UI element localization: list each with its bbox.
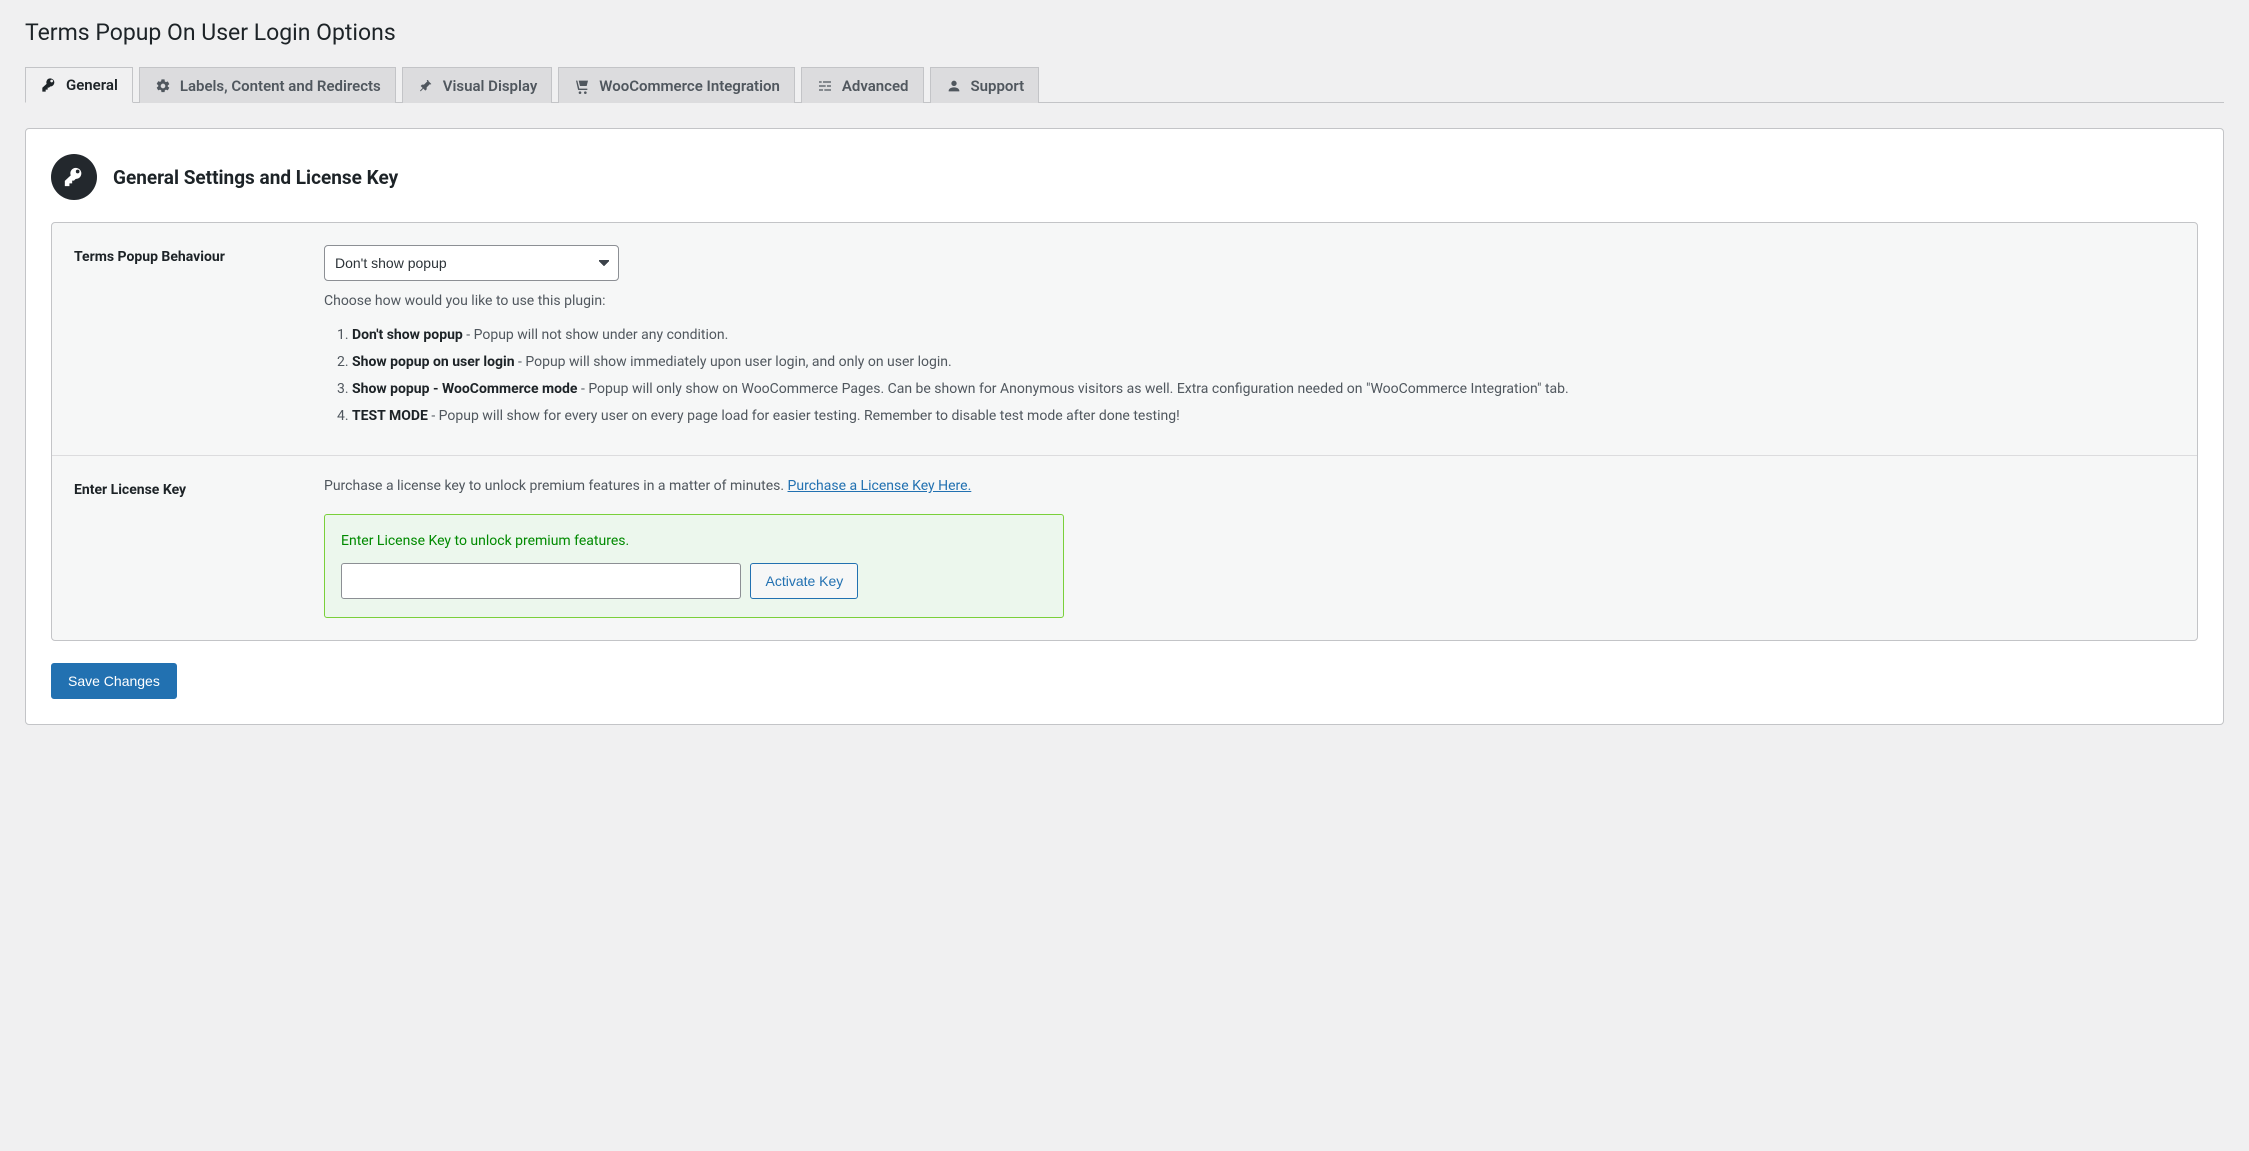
license-box: Enter License Key to unlock premium feat… [324,514,1064,618]
tab-label: Advanced [842,77,909,95]
pin-icon [417,77,435,95]
key-icon [51,154,97,200]
person-icon [945,77,963,95]
tab-label: Support [971,77,1025,95]
tab-woocommerce-integration[interactable]: WooCommerce Integration [558,67,795,103]
tab-label: General [66,76,118,94]
list-item: Show popup on user login - Popup will sh… [352,352,2175,373]
license-label: Enter License Key [74,478,324,618]
cart-icon [573,77,591,95]
behaviour-label: Terms Popup Behaviour [74,245,324,433]
behaviour-option-list: Don't show popup - Popup will not show u… [352,325,2175,427]
section-title: General Settings and License Key [113,166,398,189]
tab-advanced[interactable]: Advanced [801,67,924,103]
list-item: Show popup - WooCommerce mode - Popup wi… [352,379,2175,400]
sliders-icon [816,77,834,95]
row-enter-license-key: Enter License Key Purchase a license key… [52,456,2197,640]
tab-general[interactable]: General [25,67,133,103]
gear-icon [154,77,172,95]
behaviour-help: Choose how would you like to use this pl… [324,293,2175,309]
tab-navigation: General Labels, Content and Redirects Vi… [25,66,2224,103]
list-item: Don't show popup - Popup will not show u… [352,325,2175,346]
purchase-license-link[interactable]: Purchase a License Key Here. [788,478,972,494]
page-title: Terms Popup On User Login Options [25,10,2224,66]
tab-label: WooCommerce Integration [599,77,780,95]
license-box-message: Enter License Key to unlock premium feat… [341,533,1047,549]
list-item: TEST MODE - Popup will show for every us… [352,406,2175,427]
row-terms-popup-behaviour: Terms Popup Behaviour Don't show popup C… [52,223,2197,456]
key-icon [40,76,58,94]
license-key-input[interactable] [341,563,741,599]
tab-label: Visual Display [443,77,538,95]
license-prompt: Purchase a license key to unlock premium… [324,478,971,494]
tab-support[interactable]: Support [930,67,1040,103]
tab-label: Labels, Content and Redirects [180,77,381,95]
save-changes-button[interactable]: Save Changes [51,663,177,699]
activate-key-button[interactable]: Activate Key [750,563,858,599]
tab-visual-display[interactable]: Visual Display [402,67,553,103]
behaviour-select[interactable]: Don't show popup [324,245,619,281]
tab-labels-content-redirects[interactable]: Labels, Content and Redirects [139,67,396,103]
settings-panel: General Settings and License Key Terms P… [25,128,2224,725]
